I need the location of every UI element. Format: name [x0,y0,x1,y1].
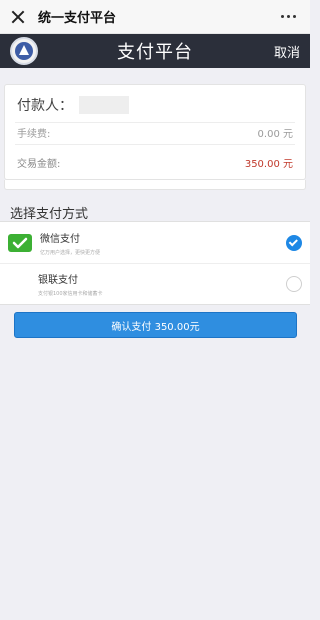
amount-row: 交易金额: 350.00 元 [17,155,293,170]
more-icon[interactable] [281,15,296,18]
page-title: 支付平台 [117,42,193,63]
page-header: 支付平台 取消 [0,34,310,68]
unionpay-icon [8,275,30,293]
method-description: 亿万用户选择，更快更方便 [40,249,101,256]
wechat-nav-bar: 统一支付平台 [0,0,310,34]
divider [15,144,295,145]
amount-label: 交易金额: [17,159,61,170]
fee-label: 手续费: [17,129,51,140]
radio-unchecked-icon[interactable] [286,276,302,292]
radio-checked-icon[interactable] [286,234,302,251]
payment-info-card: 付款人： 手续费: 0.00 元 交易金额: 350.00 元 [4,84,306,180]
cancel-button[interactable]: 取消 [274,42,300,61]
divider [15,122,295,123]
payment-method-unionpay[interactable]: 银联支付 支付银100家信用卡和储蓄卡 [0,263,310,304]
close-icon[interactable] [10,9,26,25]
fee-row: 手续费: 0.00 元 [17,125,293,140]
confirm-pay-button[interactable]: 确认支付 350.00元 [14,312,297,338]
method-name: 微信支付 [40,233,80,245]
section-title: 选择支付方式 [10,207,89,222]
payer-row: 付款人： [17,95,129,115]
method-name: 银联支付 [38,275,78,286]
amount-value: 350.00 元 [244,159,293,170]
fee-value: 0.00 元 [257,129,293,140]
payer-name-redacted [79,96,129,114]
school-logo-icon [10,37,38,65]
payer-label: 付款人： [17,98,73,114]
method-description: 支付银100家信用卡和储蓄卡 [38,291,103,297]
payment-method-list: 微信支付 亿万用户选择，更快更方便 银联支付 支付银100家信用卡和储蓄卡 [0,221,310,305]
browser-title: 统一支付平台 [38,11,117,26]
payment-method-wechat[interactable]: 微信支付 亿万用户选择，更快更方便 [0,222,310,263]
wechat-pay-icon [8,233,32,252]
card-bottom-strip [4,180,306,190]
